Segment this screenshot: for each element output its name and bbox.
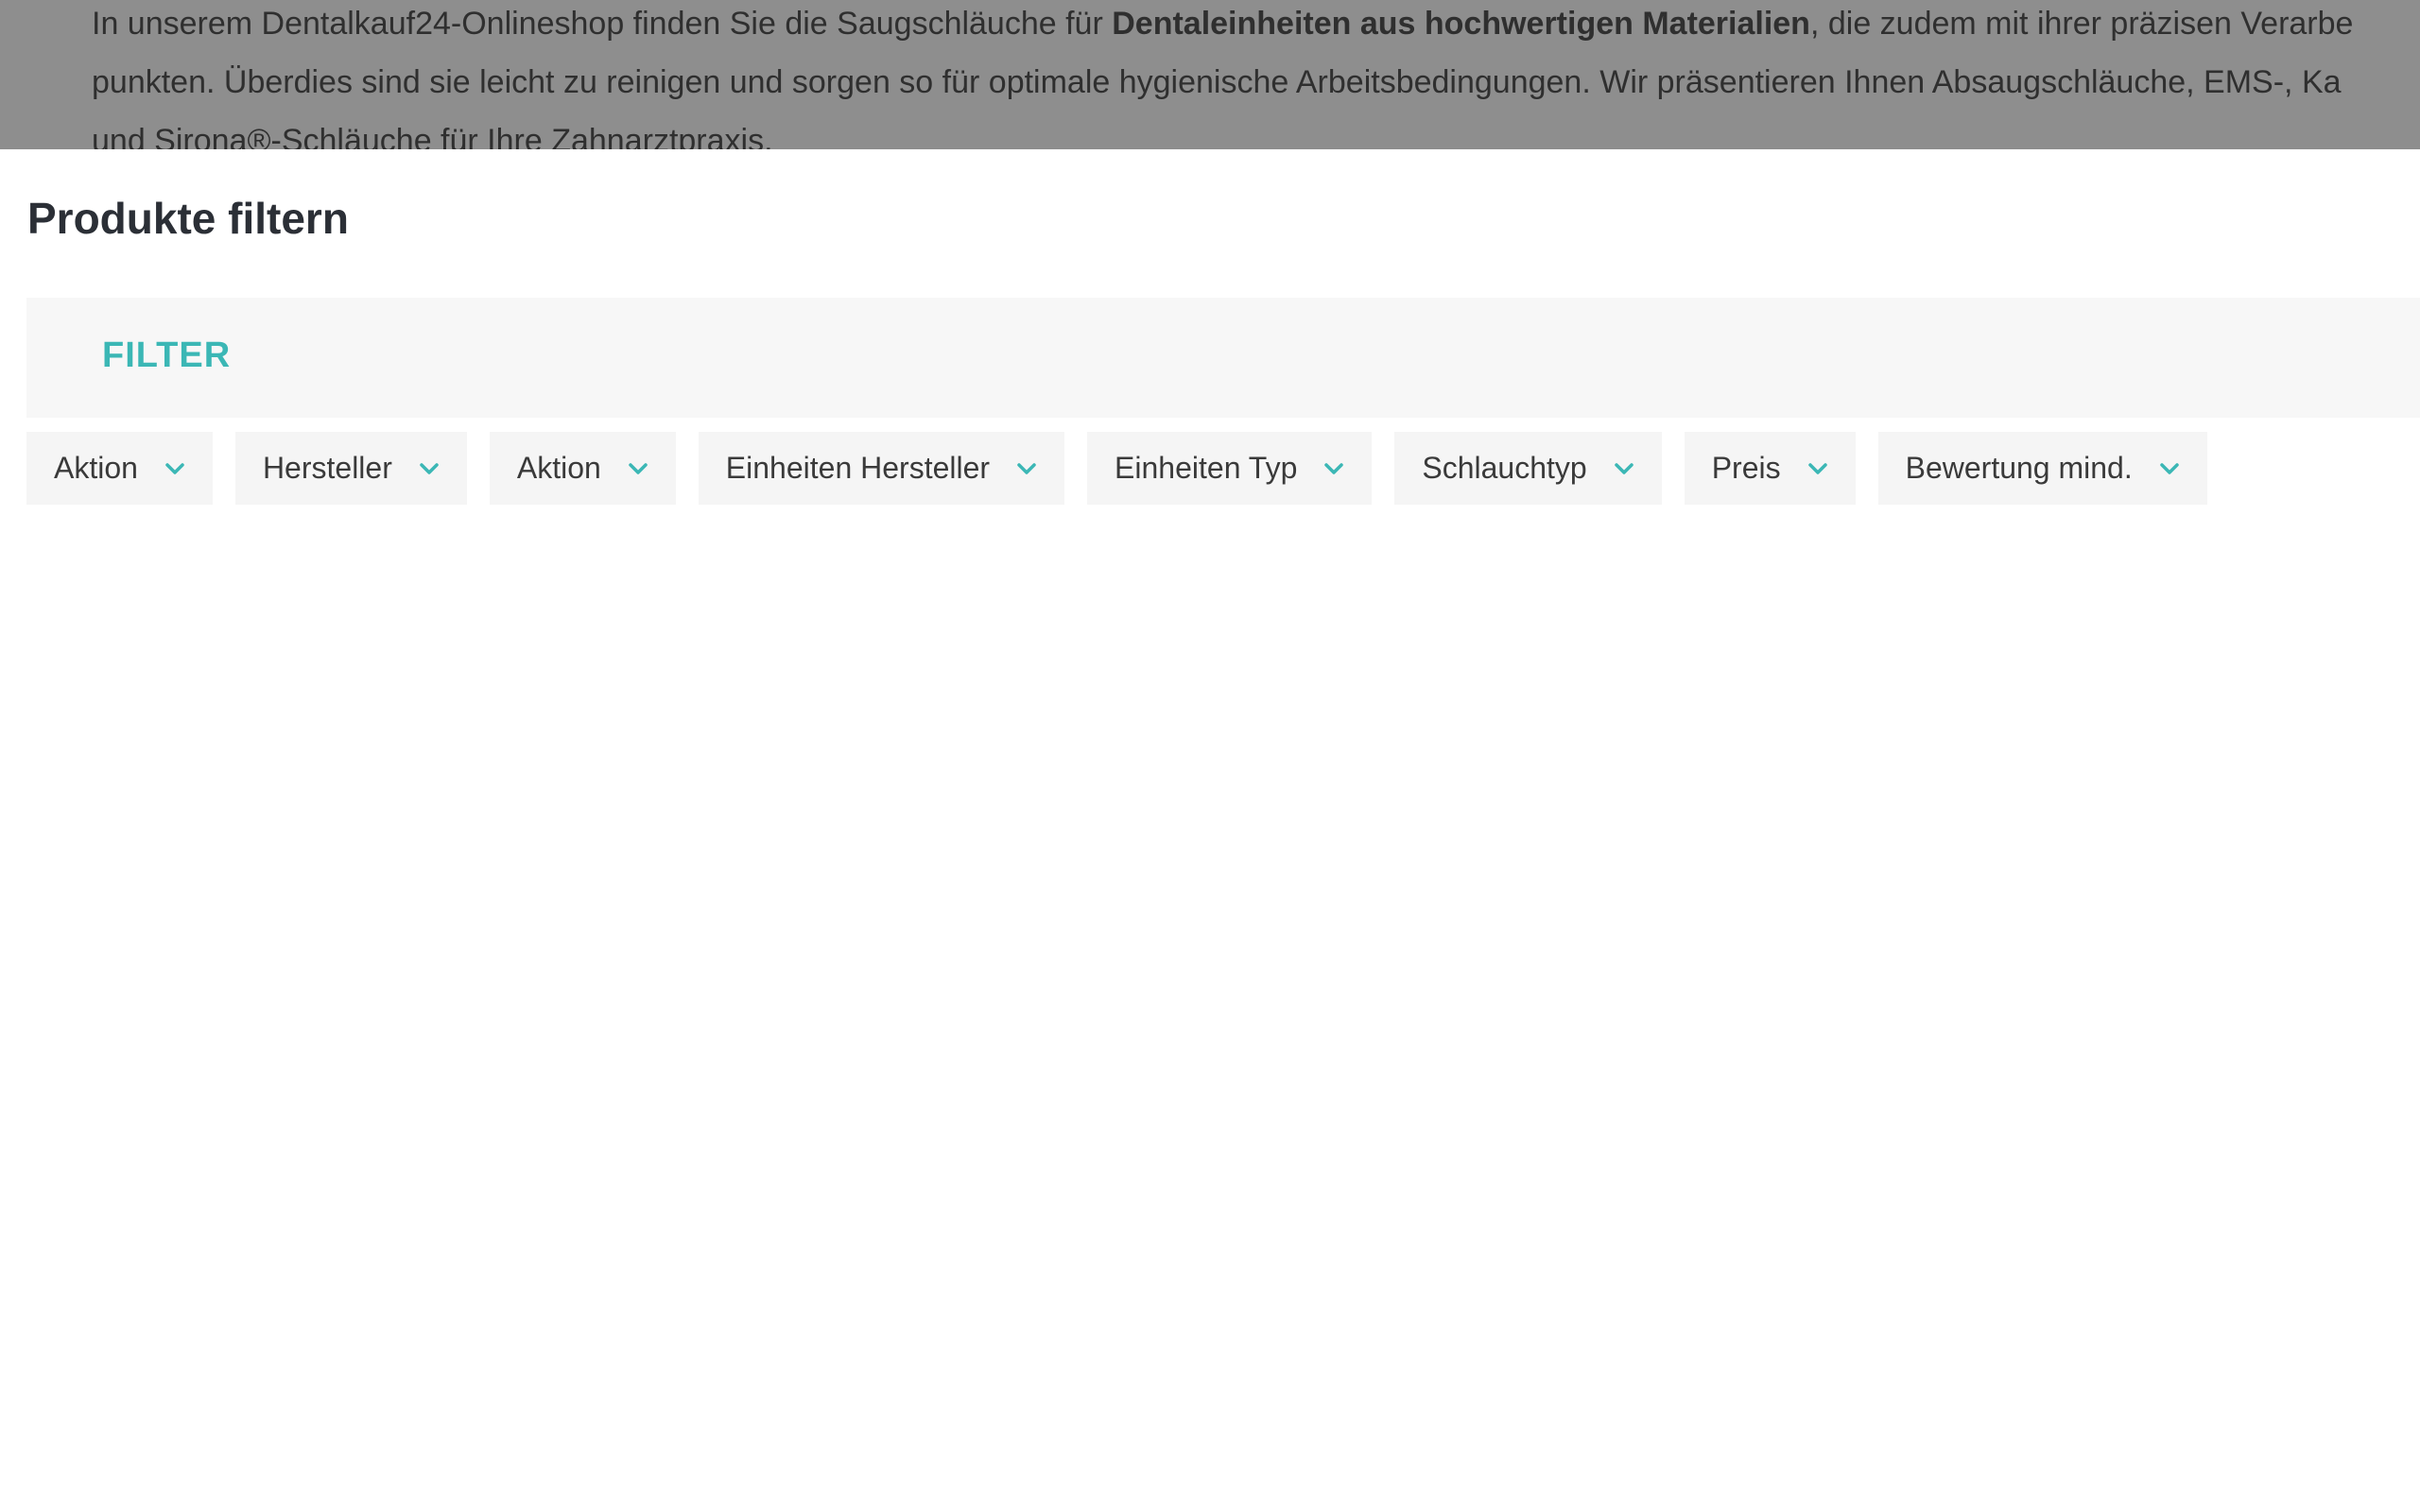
intro-text-end: , die zudem mit ihrer präzisen Verarbe <box>1809 6 2354 42</box>
filter-dropdown-label: Hersteller <box>262 451 392 485</box>
filter-dropdown-row: Aktion Hersteller Aktion Einheiten Herst… <box>26 432 2207 505</box>
intro-text-start: In unserem Dentalkauf24-Onlineshop finde… <box>92 6 1113 42</box>
filter-dropdown-label: Aktion <box>516 451 601 485</box>
filter-dropdown-label: Aktion <box>54 451 138 485</box>
chevron-down-icon <box>1323 462 1344 475</box>
filter-dropdown-label: Einheiten Hersteller <box>725 451 991 485</box>
intro-line-3: und Sirona®-Schläuche für Ihre Zahnarztp… <box>92 123 773 149</box>
filter-dropdown-label: Einheiten Typ <box>1115 451 1298 485</box>
page-title: Produkte filtern <box>27 194 349 243</box>
chevron-down-icon <box>2159 462 2180 475</box>
chevron-down-icon <box>419 462 440 475</box>
filter-dropdown-hersteller[interactable]: Hersteller <box>234 432 467 505</box>
intro-paragraph: In unserem Dentalkauf24-Onlineshop finde… <box>92 0 2420 149</box>
chevron-down-icon <box>1807 462 1828 475</box>
filter-header-bar[interactable]: FILTER <box>26 298 2420 418</box>
intro-line-1: In unserem Dentalkauf24-Onlineshop finde… <box>92 0 2420 53</box>
chevron-down-icon <box>1016 462 1037 475</box>
filter-dropdown-preis[interactable]: Preis <box>1684 432 1856 505</box>
chevron-down-icon <box>164 462 185 475</box>
chevron-down-icon <box>1614 462 1634 475</box>
filter-dropdown-label: Schlauchtyp <box>1422 451 1587 485</box>
filter-dropdown-einheiten-typ[interactable]: Einheiten Typ <box>1087 432 1373 505</box>
intro-line-2: punkten. Überdies sind sie leicht zu rei… <box>92 64 2342 100</box>
filter-panel: Produkte filtern FILTER Aktion Herstelle… <box>0 149 2420 1512</box>
chevron-down-icon <box>628 462 648 475</box>
filter-dropdown-aktion-2[interactable]: Aktion <box>489 432 676 505</box>
filter-dropdown-schlauchtyp[interactable]: Schlauchtyp <box>1394 432 1662 505</box>
filter-dropdown-label: Bewertung mind. <box>1905 451 2133 485</box>
filter-dropdown-aktion[interactable]: Aktion <box>26 432 213 505</box>
filter-dropdown-einheiten-hersteller[interactable]: Einheiten Hersteller <box>698 432 1065 505</box>
filter-label: FILTER <box>102 335 232 375</box>
filter-dropdown-label: Preis <box>1711 451 1781 485</box>
filter-dropdown-bewertung[interactable]: Bewertung mind. <box>1877 432 2207 505</box>
intro-text-bold: Dentaleinheiten aus hochwertigen Materia… <box>1112 6 1810 42</box>
dimmed-intro-overlay: In unserem Dentalkauf24-Onlineshop finde… <box>0 0 2420 149</box>
